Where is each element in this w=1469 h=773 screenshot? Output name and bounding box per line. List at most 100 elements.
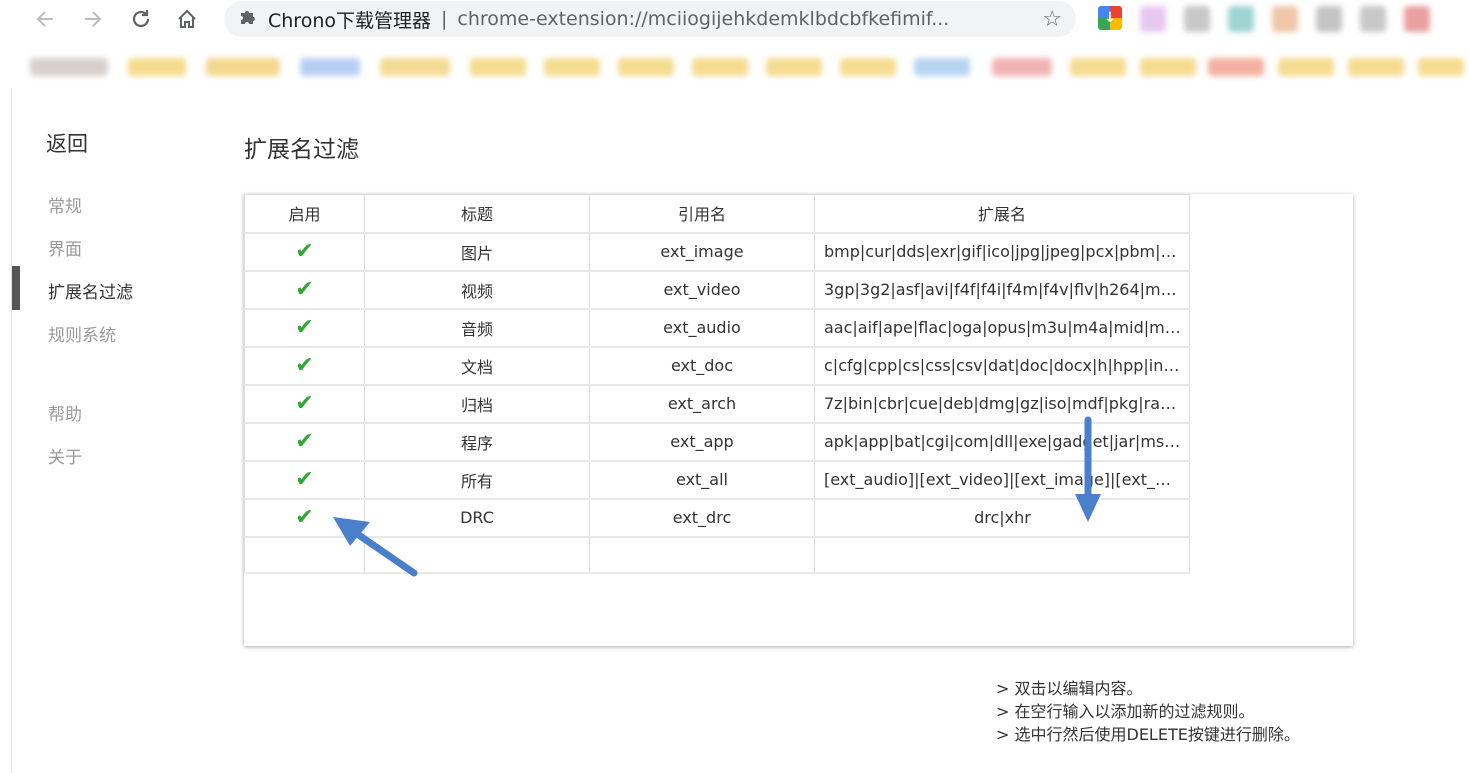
checkmark-icon[interactable]: ✔ [295, 467, 313, 492]
empty-cell[interactable] [814, 536, 1190, 574]
reload-button[interactable] [126, 4, 156, 34]
bookmark-item[interactable] [1278, 58, 1334, 76]
enabled-cell[interactable]: ✔ [244, 460, 365, 500]
enabled-cell[interactable]: ✔ [244, 270, 365, 310]
star-icon[interactable]: ☆ [1042, 7, 1062, 32]
extensions-cell[interactable]: 7z|bin|cbr|cue|deb|dmg|gz|iso|mdf|pkg|ra… [814, 384, 1190, 424]
empty-new-row[interactable] [244, 536, 1190, 574]
checkmark-icon[interactable]: ✔ [295, 429, 313, 454]
ref-cell[interactable]: ext_video [589, 270, 815, 310]
bookmark-item[interactable] [128, 58, 186, 76]
extensions-cell[interactable]: aac|aif|ape|flac|oga|opus|m3u|m4a|mid|mi… [814, 308, 1190, 348]
sidebar-item-rule-system[interactable]: 规则系统 [48, 321, 116, 346]
sidebar-item-extension-filter[interactable]: 扩展名过滤 [48, 278, 133, 303]
title-cell[interactable]: 所有 [364, 460, 590, 500]
table-row[interactable]: ✔ 程序 ext_app apk|app|bat|cgi|com|dll|exe… [244, 422, 1190, 462]
extensions-cell[interactable]: apk|app|bat|cgi|com|dll|exe|gadget|jar|m… [814, 422, 1190, 462]
empty-cell[interactable] [244, 536, 365, 574]
extension-icon[interactable] [1184, 6, 1210, 32]
bookmark-item[interactable] [300, 58, 360, 76]
header-reference-name[interactable]: 引用名 [589, 194, 815, 234]
extension-icon[interactable] [1228, 6, 1254, 32]
bookmark-item[interactable] [992, 58, 1052, 76]
title-cell[interactable]: DRC [364, 498, 590, 538]
enabled-cell[interactable]: ✔ [244, 498, 365, 538]
address-bar[interactable]: Chrono下载管理器 | chrome-extension://mciiogi… [224, 1, 1076, 37]
table-row[interactable]: ✔ 所有 ext_all [ext_audio]|[ext_video]|[ex… [244, 460, 1190, 500]
table-row[interactable]: ✔ 视频 ext_video 3gp|3g2|asf|avi|f4f|f4i|f… [244, 270, 1190, 310]
enabled-cell[interactable]: ✔ [244, 308, 365, 348]
chrono-extension-icon[interactable]: ↓ [1098, 6, 1122, 30]
title-cell[interactable]: 视频 [364, 270, 590, 310]
checkmark-icon[interactable]: ✔ [295, 391, 313, 416]
bookmark-item[interactable] [1418, 58, 1464, 76]
sidebar-item-about[interactable]: 关于 [48, 443, 82, 468]
enabled-cell[interactable]: ✔ [244, 232, 365, 272]
extension-icon[interactable] [1316, 6, 1342, 32]
extensions-cell[interactable]: c|cfg|cpp|cs|css|csv|dat|doc|docx|h|hpp|… [814, 346, 1190, 386]
empty-cell[interactable] [364, 536, 590, 574]
bookmark-item[interactable] [544, 58, 600, 76]
bookmark-item[interactable] [914, 58, 970, 76]
bookmark-item[interactable] [206, 58, 280, 76]
title-cell[interactable]: 图片 [364, 232, 590, 272]
extension-icon[interactable] [1360, 6, 1386, 32]
ref-cell[interactable]: ext_app [589, 422, 815, 462]
empty-cell[interactable] [589, 536, 815, 574]
ref-cell[interactable]: ext_image [589, 232, 815, 272]
title-cell[interactable]: 程序 [364, 422, 590, 462]
bookmark-item[interactable] [692, 58, 748, 76]
home-button[interactable] [172, 4, 202, 34]
enabled-cell[interactable]: ✔ [244, 422, 365, 462]
header-enabled[interactable]: 启用 [244, 194, 365, 234]
extension-icon[interactable] [1272, 6, 1298, 32]
bookmark-item[interactable] [470, 58, 526, 76]
header-extensions[interactable]: 扩展名 [814, 194, 1190, 234]
ref-cell[interactable]: ext_drc [589, 498, 815, 538]
ref-cell[interactable]: ext_doc [589, 346, 815, 386]
sidebar-item-interface[interactable]: 界面 [48, 235, 82, 260]
enabled-cell[interactable]: ✔ [244, 384, 365, 424]
extension-filter-table: 启用 标题 引用名 扩展名 ✔ 图片 ext_image bmp|cur|dds… [244, 194, 1190, 574]
extensions-cell[interactable]: [ext_audio]|[ext_video]|[ext_image]|[ext… [814, 460, 1190, 500]
extensions-cell[interactable]: drc|xhr [814, 498, 1190, 538]
extension-icon[interactable] [1140, 6, 1166, 32]
extension-icon[interactable] [1404, 6, 1430, 32]
title-cell[interactable]: 归档 [364, 384, 590, 424]
checkmark-icon[interactable]: ✔ [295, 505, 313, 530]
table-row[interactable]: ✔ 归档 ext_arch 7z|bin|cbr|cue|deb|dmg|gz|… [244, 384, 1190, 424]
bookmark-item[interactable] [840, 58, 896, 76]
bookmark-item[interactable] [380, 58, 450, 76]
table-row[interactable]: ✔ DRC ext_drc drc|xhr [244, 498, 1190, 538]
ref-cell[interactable]: ext_audio [589, 308, 815, 348]
bookmark-item[interactable] [766, 58, 822, 76]
forward-nav-button[interactable] [78, 4, 108, 34]
ref-cell[interactable]: ext_all [589, 460, 815, 500]
checkmark-icon[interactable]: ✔ [295, 277, 313, 302]
title-cell[interactable]: 音频 [364, 308, 590, 348]
enabled-cell[interactable]: ✔ [244, 346, 365, 386]
bookmark-item[interactable] [1348, 58, 1404, 76]
title-url-separator: | [441, 8, 448, 30]
ref-cell[interactable]: ext_arch [589, 384, 815, 424]
checkmark-icon[interactable]: ✔ [295, 315, 313, 340]
table-row[interactable]: ✔ 文档 ext_doc c|cfg|cpp|cs|css|csv|dat|do… [244, 346, 1190, 386]
bookmark-item[interactable] [30, 58, 108, 76]
back-nav-button[interactable] [30, 4, 60, 34]
bookmark-item[interactable] [1140, 58, 1196, 76]
sidebar-item-general[interactable]: 常规 [48, 192, 82, 217]
bookmark-item[interactable] [1070, 58, 1126, 76]
header-title[interactable]: 标题 [364, 194, 590, 234]
sidebar-item-help[interactable]: 帮助 [48, 400, 82, 425]
bookmark-item[interactable] [618, 58, 674, 76]
back-link[interactable]: 返回 [46, 128, 88, 158]
extensions-cell[interactable]: 3gp|3g2|asf|avi|f4f|f4i|f4m|f4v|flv|h264… [814, 270, 1190, 310]
table-row[interactable]: ✔ 音频 ext_audio aac|aif|ape|flac|oga|opus… [244, 308, 1190, 348]
extensions-cell[interactable]: bmp|cur|dds|exr|gif|ico|jpg|jpeg|pcx|pbm… [814, 232, 1190, 272]
checkmark-icon[interactable]: ✔ [295, 353, 313, 378]
home-icon [178, 9, 196, 28]
table-row[interactable]: ✔ 图片 ext_image bmp|cur|dds|exr|gif|ico|j… [244, 232, 1190, 272]
bookmark-item[interactable] [1208, 58, 1264, 76]
checkmark-icon[interactable]: ✔ [295, 239, 313, 264]
title-cell[interactable]: 文档 [364, 346, 590, 386]
